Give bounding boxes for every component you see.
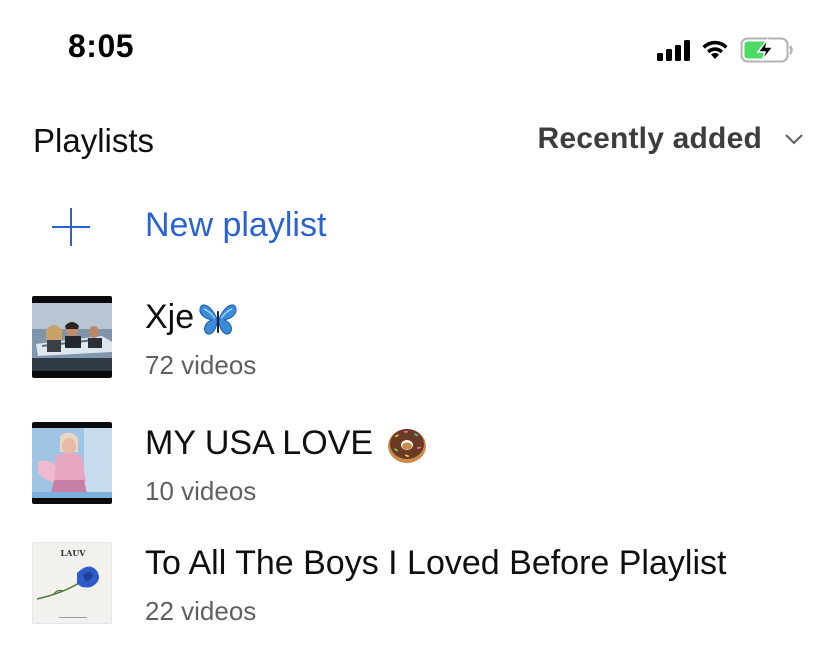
page-title: Playlists: [33, 122, 155, 159]
status-icons: [657, 36, 794, 64]
chevron-down-icon: [784, 133, 804, 145]
new-playlist-label: New playlist: [145, 206, 327, 244]
album-art-blue-rose-thumbnail: LAUV: [32, 542, 112, 624]
sort-dropdown[interactable]: Recently added: [537, 114, 804, 164]
doughnut-icon: [386, 425, 428, 465]
playlist-title-text: Xje: [145, 298, 195, 336]
battery-charging-icon: [740, 37, 794, 63]
car-scene-thumbnail: [32, 296, 112, 378]
playlist-video-count: 72 videos: [145, 350, 257, 380]
status-time: 8:05: [68, 28, 135, 64]
pink-figure-thumbnail: [32, 422, 112, 504]
playlist-video-count: 22 videos: [145, 596, 257, 626]
album-art-text: LAUV: [60, 548, 86, 558]
playlist-item[interactable]: MY USA LOVE 10 videos: [0, 422, 828, 518]
butterfly-icon: [198, 301, 238, 337]
status-bar: 8:05: [0, 0, 828, 96]
playlist-item[interactable]: LAUV To All The Boys I Loved Before Play…: [0, 542, 828, 638]
new-playlist-button[interactable]: New playlist: [0, 196, 828, 260]
playlists-header: Playlists Recently added: [0, 110, 828, 170]
playlist-video-count: 10 videos: [145, 476, 257, 506]
playlist-title: Xje: [145, 298, 238, 337]
wifi-icon: [700, 39, 730, 61]
plus-icon: [52, 208, 90, 246]
playlist-title: To All The Boys I Loved Before Playlist: [145, 544, 727, 582]
sort-label: Recently added: [537, 122, 762, 155]
playlist-title-text: MY USA LOVE: [145, 424, 383, 462]
cellular-signal-icon: [657, 39, 690, 61]
playlist-item[interactable]: Xje 72 videos: [0, 296, 828, 392]
playlist-title: MY USA LOVE: [145, 424, 428, 465]
